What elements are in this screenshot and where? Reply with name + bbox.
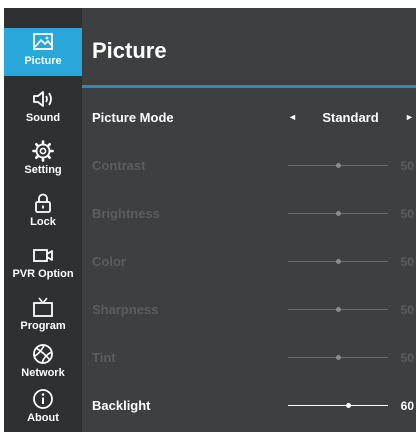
arrow-left-icon[interactable]: ◄: [288, 112, 297, 122]
slider-knob[interactable]: [346, 403, 351, 408]
slider-knob[interactable]: [336, 307, 341, 312]
slider-label: Contrast: [92, 158, 146, 173]
sidebar-item-setting[interactable]: Setting: [4, 137, 82, 185]
brightness-slider[interactable]: [288, 211, 388, 216]
sidebar-item-network[interactable]: Network: [4, 340, 82, 388]
slider-label: Tint: [92, 350, 116, 365]
tv-icon: [33, 297, 53, 317]
tint-slider-row[interactable]: Tint 50: [82, 334, 416, 382]
backlight-slider[interactable]: [288, 403, 388, 408]
gear-icon: [32, 140, 54, 162]
slider-knob[interactable]: [336, 211, 341, 216]
sidebar-item-pvr-option[interactable]: PVR Option: [4, 241, 82, 289]
slider-value: 50: [400, 255, 414, 269]
slider-label: Brightness: [92, 206, 160, 221]
sidebar: Picture Sound Setting Lock PVR Option Pr…: [4, 8, 82, 432]
video-camera-icon: [33, 249, 53, 262]
slider-knob[interactable]: [336, 163, 341, 168]
sidebar-item-lock[interactable]: Lock: [4, 189, 82, 237]
sidebar-item-about[interactable]: About: [4, 385, 82, 432]
lock-icon: [35, 193, 51, 213]
slider-value: 50: [400, 303, 414, 317]
contrast-slider[interactable]: [288, 163, 388, 168]
color-slider-row[interactable]: Color 50: [82, 238, 416, 286]
sidebar-item-label: Picture: [24, 55, 62, 67]
sidebar-item-label: Lock: [30, 216, 56, 228]
backlight-slider-row[interactable]: Backlight 60: [82, 382, 416, 430]
sidebar-item-program[interactable]: Program: [4, 293, 82, 341]
sidebar-item-label: Network: [21, 367, 65, 379]
contrast-slider-row[interactable]: Contrast 50: [82, 142, 416, 190]
sidebar-item-label: About: [27, 412, 59, 424]
sidebar-item-label: Sound: [25, 112, 61, 124]
slider-label: Sharpness: [92, 302, 159, 317]
slider-value: 50: [400, 207, 414, 221]
page-title: Picture: [92, 38, 167, 63]
slider-value: 50: [400, 159, 414, 173]
slider-value: 60: [400, 399, 414, 413]
sidebar-item-label: Program: [20, 320, 66, 332]
picture-mode-label: Picture Mode: [92, 110, 174, 125]
slider-value: 50: [400, 351, 414, 365]
slider-knob[interactable]: [336, 259, 341, 264]
picture-mode-value: Standard: [322, 110, 379, 125]
picture-icon: [33, 33, 53, 50]
color-slider[interactable]: [288, 259, 388, 264]
tv-settings-screen: Picture Sound Setting Lock PVR Option Pr…: [4, 8, 416, 432]
tint-slider[interactable]: [288, 355, 388, 360]
info-icon: [33, 389, 53, 409]
sidebar-item-label: PVR Option: [12, 268, 74, 280]
sharpness-slider[interactable]: [288, 307, 388, 312]
sidebar-item-sound[interactable]: Sound: [4, 85, 82, 133]
header-divider: [82, 85, 416, 88]
slider-knob[interactable]: [336, 355, 341, 360]
slider-label: Backlight: [92, 398, 151, 413]
sidebar-item-picture[interactable]: Picture: [4, 28, 82, 76]
sidebar-item-label: Setting: [24, 164, 62, 176]
speaker-icon: [33, 91, 52, 107]
picture-mode-selector[interactable]: Picture Mode ◄ Standard ►: [82, 94, 416, 142]
sharpness-slider-row[interactable]: Sharpness 50: [82, 286, 416, 334]
slider-label: Color: [92, 254, 126, 269]
arrow-right-icon[interactable]: ►: [405, 112, 414, 122]
brightness-slider-row[interactable]: Brightness 50: [82, 190, 416, 238]
globe-icon: [33, 344, 53, 364]
